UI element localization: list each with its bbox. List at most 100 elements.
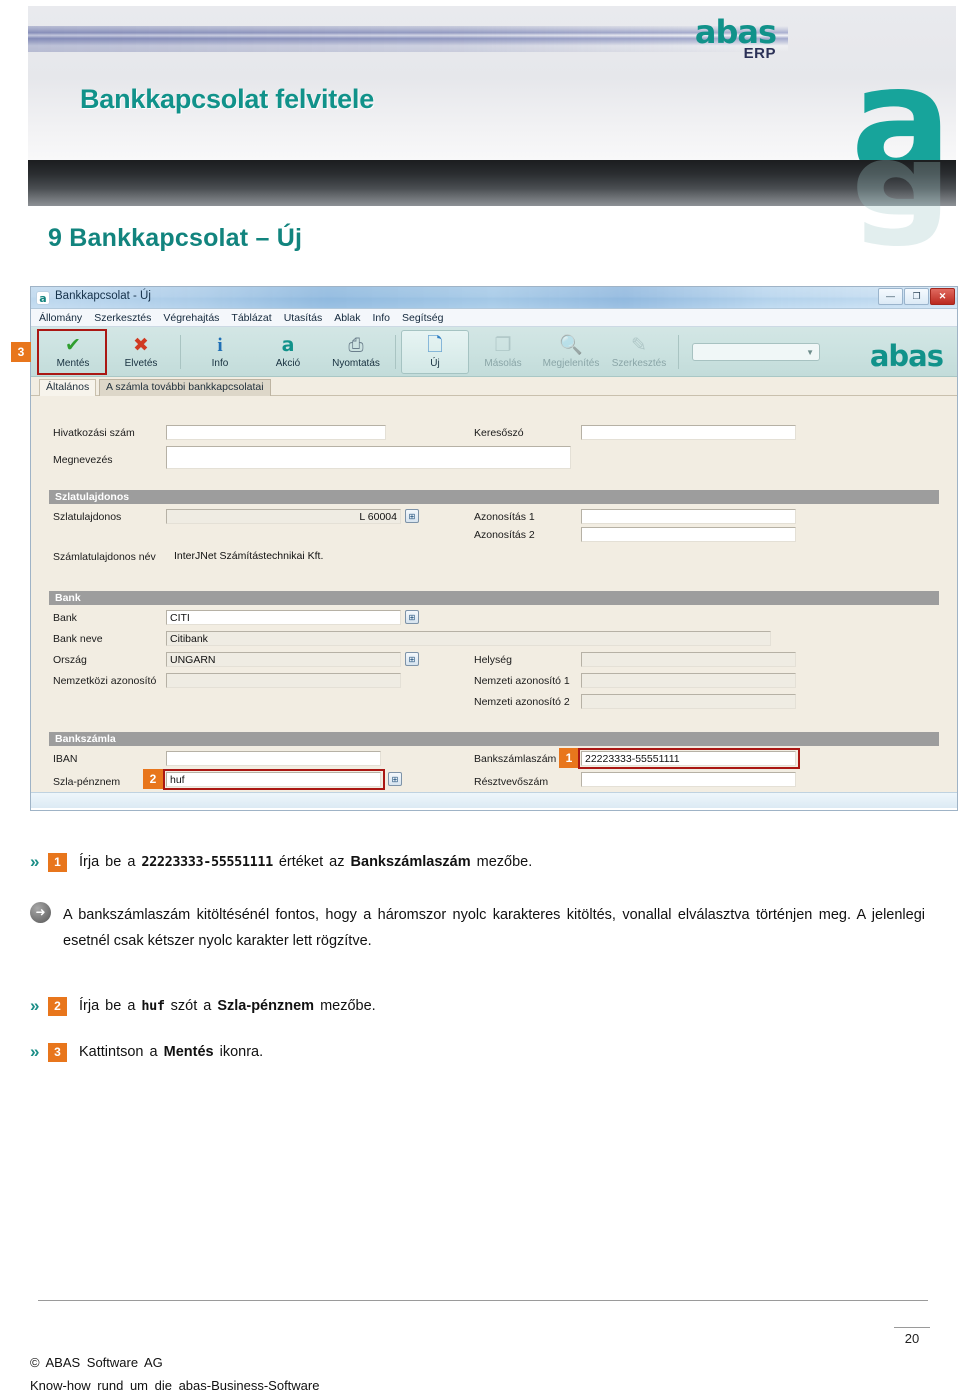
toolbar-button-info[interactable]: i Info	[186, 330, 254, 374]
input-azonositas-2[interactable]	[581, 527, 796, 542]
input-resztvevoszam[interactable]	[581, 772, 796, 787]
input-nemzetkozi-azonosito[interactable]	[166, 673, 401, 688]
page-number-divider	[894, 1327, 930, 1328]
bank-picker-icon[interactable]: ⊞	[405, 610, 419, 624]
pencil-edit-icon: ✎	[631, 335, 647, 356]
info-icon: i	[217, 335, 223, 356]
label-nemzeti-azonosito-2: Nemzeti azonosító 2	[474, 696, 570, 708]
input-nemzeti-azonosito-1[interactable]	[581, 673, 796, 688]
abas-a-icon: a	[281, 334, 295, 356]
toolbar-label-nyomtatas: Nyomtatás	[332, 357, 380, 369]
toolbar-button-masolas[interactable]: ❐ Másolás	[469, 330, 537, 374]
toolbar-separator-2	[395, 334, 396, 369]
label-nemzetkozi-azonosito: Nemzetközi azonosító	[53, 675, 157, 687]
instruction-step-2: » 2 Írja be a huf szót a Szla-pénznem me…	[30, 996, 930, 1017]
input-kereso-szo[interactable]	[581, 425, 796, 440]
input-iban[interactable]	[166, 751, 381, 766]
toolbar-separator	[180, 334, 181, 369]
printer-icon: ⎙	[348, 335, 364, 356]
label-bank: Bank	[53, 612, 77, 624]
input-bank[interactable]: CITI	[166, 610, 401, 625]
bankszamlaszam-highlight-box	[578, 748, 800, 769]
banner-dark-band: a	[28, 126, 956, 300]
step-badge-2: 2	[143, 769, 163, 789]
menu-item-info[interactable]: Info	[372, 312, 390, 324]
label-hivatkozasi-szam: Hivatkozási szám	[53, 427, 135, 439]
instruction-step-1: » 1 Írja be a 22223333-55551111 értéket …	[30, 852, 930, 873]
toolbar-label-masolas: Másolás	[484, 357, 522, 369]
toolbar[interactable]: ✔ Mentés ✖ Elvetés i Info a Akció ⎙ Nyom…	[31, 327, 957, 377]
chevron-right-icon-2: »	[30, 996, 40, 1015]
copy-icon: ❐	[494, 335, 512, 356]
input-orszag[interactable]: UNGARN	[166, 652, 401, 667]
menu-item-segitseg[interactable]: Segítség	[402, 312, 443, 324]
toolbar-button-elvetes[interactable]: ✖ Elvetés	[107, 330, 175, 374]
input-nemzeti-azonosito-2[interactable]	[581, 694, 796, 709]
input-hivatkozasi-szam[interactable]	[166, 425, 386, 440]
label-azonositas-1: Azonosítás 1	[474, 511, 535, 523]
input-azonositas-1[interactable]	[581, 509, 796, 524]
menu-item-tablazat[interactable]: Táblázat	[231, 312, 271, 324]
mentes-highlight-box	[37, 329, 107, 375]
input-helyseg[interactable]	[581, 652, 796, 667]
menu-item-szerkesztes[interactable]: Szerkesztés	[94, 312, 151, 324]
menu-item-utasitas[interactable]: Utasítás	[284, 312, 323, 324]
chevron-down-icon: ▼	[806, 347, 814, 357]
slide-title: Bankkapcsolat felvitele	[80, 84, 375, 114]
footer-divider	[38, 1300, 928, 1301]
form-body: Általános A számla további bankkapcsolat…	[31, 377, 957, 808]
label-helyseg: Helység	[474, 654, 512, 666]
page-heading: 9 Bankkapcsolat – Új	[48, 224, 303, 252]
szlatulajdonos-picker-icon[interactable]: ⊞	[405, 509, 419, 523]
toolbar-command-combobox[interactable]: ▼	[692, 342, 820, 361]
value-szamlatulajdonos-nev: InterJNet Számítástechnikai Kft.	[174, 550, 324, 562]
close-button[interactable]: ✕	[930, 288, 955, 305]
slide-banner: abas ERP a Bankkapcsolat felvitele	[28, 6, 956, 186]
toolbar-button-akcio[interactable]: a Akció	[254, 330, 322, 374]
toolbar-label-info: Info	[211, 357, 229, 369]
instruction-text-1: Írja be a 22223333-55551111 értéket az B…	[79, 854, 533, 870]
step-number-2: 2	[48, 997, 67, 1016]
step-number-3: 3	[48, 1043, 67, 1062]
instruction-step-3: » 3 Kattintson a Mentés ikonra.	[30, 1042, 930, 1063]
input-megnevezes[interactable]	[166, 446, 571, 469]
magnifier-icon: 🔍	[559, 335, 583, 356]
toolbar-button-nyomtatas[interactable]: ⎙ Nyomtatás	[322, 330, 390, 374]
toolbar-label-elvetes: Elvetés	[124, 357, 158, 369]
tab-tovabbi-bankkapcsolatok[interactable]: A számla további bankkapcsolatai	[99, 379, 271, 396]
footer-copyright: © ABAS Software AG	[30, 1355, 163, 1370]
app-icon: a	[36, 291, 50, 305]
tab-altalanos[interactable]: Általános	[39, 379, 97, 396]
toolbar-label-uj: Új	[430, 357, 440, 369]
window-status-bar	[31, 792, 957, 808]
toolbar-label-szerkesztes: Szerkesztés	[611, 357, 667, 369]
group-header-bankszamla: Bankszámla	[49, 732, 939, 746]
orszag-picker-icon[interactable]: ⊞	[405, 652, 419, 666]
input-szlatulajdonos[interactable]: L 60004	[166, 509, 401, 524]
maximize-button[interactable]: ❐	[904, 288, 929, 305]
label-szamlatulajdonos-nev: Számlatulajdonos név	[53, 551, 156, 563]
step-badge-3: 3	[11, 342, 31, 362]
footer-tagline: Know-how rund um die abas-Business-Softw…	[30, 1378, 320, 1393]
instruction-text-2: Írja be a huf szót a Szla-pénznem mezőbe…	[79, 998, 376, 1014]
abas-logo-text: abas	[694, 13, 777, 51]
szla-penznem-picker-icon[interactable]: ⊞	[388, 772, 402, 786]
toolbar-button-uj[interactable]: 🗋 Új	[401, 329, 469, 374]
instruction-note: ➜ A bankszámlaszám kitöltésénél fontos, …	[30, 902, 930, 954]
menu-item-allomany[interactable]: Állomány	[39, 312, 82, 324]
value-bank-neve: Citibank	[166, 631, 771, 646]
minimize-button[interactable]: —	[878, 288, 903, 305]
red-x-icon: ✖	[133, 335, 149, 356]
toolbar-button-szerkesztes[interactable]: ✎ Szerkesztés	[605, 330, 673, 374]
instruction-text-3: Kattintson a Mentés ikonra.	[79, 1044, 264, 1060]
menu-item-ablak[interactable]: Ablak	[334, 312, 360, 324]
form-tabs[interactable]: Általános A számla további bankkapcsolat…	[31, 377, 957, 396]
toolbar-label-akcio: Akció	[275, 357, 301, 369]
window-controls: — ❐ ✕	[878, 288, 955, 305]
note-text: A bankszámlaszám kitöltésénél fontos, ho…	[63, 907, 925, 949]
toolbar-button-megjelenites[interactable]: 🔍 Megjelenítés	[537, 330, 605, 374]
menu-bar[interactable]: Állomány Szerkesztés Végrehajtás Tábláza…	[31, 309, 957, 327]
chevron-right-icon: »	[30, 852, 40, 871]
menu-item-vegrehajtas[interactable]: Végrehajtás	[163, 312, 219, 324]
banner-stripe-decoration	[28, 26, 788, 52]
